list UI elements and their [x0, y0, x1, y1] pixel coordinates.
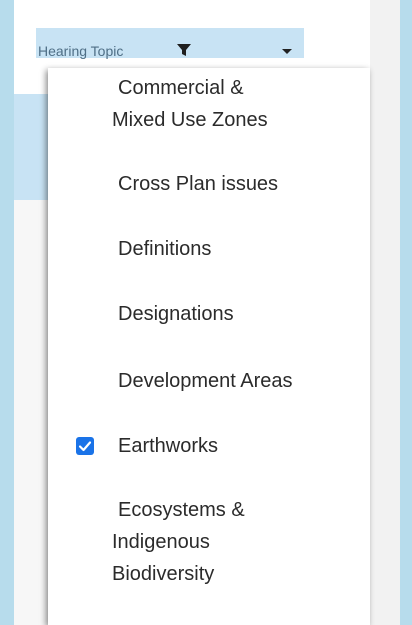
dropdown-item-label: Ecosystems &	[118, 499, 245, 521]
dropdown-item-commercial-mixed-use-zones[interactable]: Commercial & Mixed Use Zones	[48, 72, 370, 136]
hearing-topic-filter-header[interactable]: Hearing Topic	[36, 28, 304, 59]
dropdown-item-ecosystems-indigenous-biodiversity[interactable]: Ecosystems & Indigenous Biodiversity	[48, 494, 370, 590]
left-border	[0, 0, 14, 625]
filter-dropdown: Commercial & Mixed Use Zones Cross Plan …	[48, 68, 370, 625]
dropdown-item-development-areas[interactable]: Development Areas	[48, 365, 370, 397]
dropdown-item-label: Earthworks	[118, 435, 219, 457]
dropdown-item-label: Cross Plan issues	[118, 173, 279, 195]
right-border	[400, 0, 412, 625]
column-header-label: Hearing Topic	[38, 43, 124, 59]
dropdown-item-definitions[interactable]: Definitions	[48, 233, 370, 265]
dropdown-item-label: Biodiversity	[112, 563, 215, 585]
dropdown-item-cross-plan-issues[interactable]: Cross Plan issues	[48, 168, 370, 200]
dropdown-item-label: Mixed Use Zones	[112, 109, 268, 131]
dropdown-item-label: Definitions	[118, 238, 212, 260]
filter-icon[interactable]	[176, 42, 192, 58]
dropdown-item-earthworks[interactable]: Earthworks	[48, 430, 370, 462]
dropdown-item-designations[interactable]: Designations	[48, 298, 370, 330]
app-frame: Hearing Topic Commercial & Mixed Use Zon…	[0, 0, 412, 625]
chevron-down-icon[interactable]	[282, 49, 292, 54]
scroll-gutter	[370, 0, 400, 625]
dropdown-item-label: Development Areas	[118, 370, 293, 392]
dropdown-item-label: Indigenous	[112, 531, 210, 553]
dropdown-item-label: Designations	[118, 303, 234, 325]
dropdown-item-label: Commercial &	[118, 77, 244, 99]
checkbox-checked[interactable]	[76, 437, 94, 455]
